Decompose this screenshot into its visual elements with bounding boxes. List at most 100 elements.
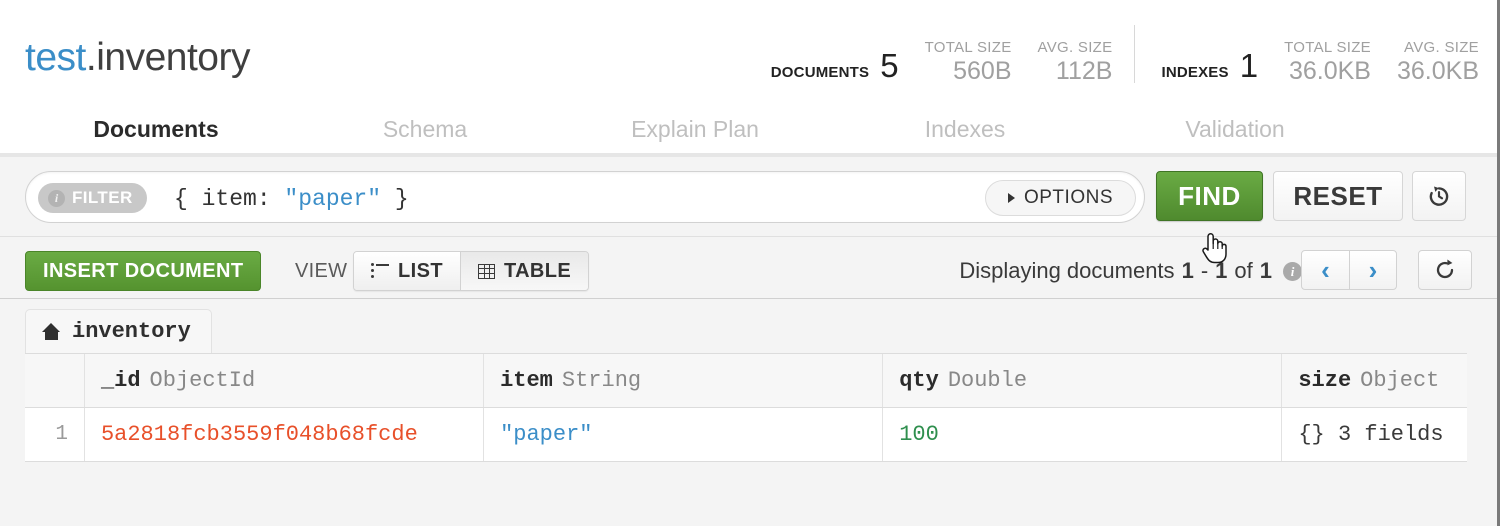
- view-label: VIEW: [295, 260, 348, 282]
- collection-tabs: Documents Schema Explain Plan Indexes Va…: [0, 105, 1497, 161]
- query-suffix: }: [381, 186, 409, 212]
- cell-qty[interactable]: 100: [883, 408, 1283, 461]
- indexes-avg-size-label: AVG. SIZE: [1404, 39, 1479, 56]
- view-switcher: LIST TABLE: [353, 251, 590, 291]
- refresh-icon: [1436, 259, 1454, 279]
- indexes-total-size-label: TOTAL SIZE: [1284, 39, 1371, 56]
- chevron-left-icon: ‹: [1321, 254, 1330, 285]
- table-row[interactable]: 1 5a2818fcb3559f048b68fcde "paper" 100 {…: [25, 408, 1467, 462]
- documents-count: DOCUMENTS 5: [771, 49, 899, 84]
- documents-stats: DOCUMENTS 5 TOTAL SIZE 560B AVG. SIZE 11…: [771, 39, 1113, 84]
- collection-header: test.inventory DOCUMENTS 5 TOTAL SIZE 56…: [0, 0, 1497, 105]
- cell-value: "paper": [500, 422, 593, 447]
- find-label: FIND: [1178, 180, 1241, 211]
- cell-size[interactable]: {} 3 fields: [1282, 408, 1467, 461]
- filter-badge-label: FILTER: [72, 188, 133, 207]
- indexes-label: INDEXES: [1161, 64, 1229, 81]
- range-end: 1: [1215, 258, 1228, 283]
- table-header-row: _id ObjectId item String qty Double size…: [25, 354, 1467, 408]
- collection-view: test.inventory DOCUMENTS 5 TOTAL SIZE 56…: [0, 0, 1500, 526]
- insert-document-button[interactable]: INSERT DOCUMENT: [25, 251, 262, 291]
- column-header-size[interactable]: size Object: [1282, 354, 1467, 407]
- indexes-total-size-value: 36.0KB: [1288, 57, 1371, 85]
- refresh-button[interactable]: [1418, 250, 1472, 290]
- table-icon: [477, 263, 495, 279]
- column-name: size: [1298, 368, 1352, 393]
- tab-indexes-label: Indexes: [924, 116, 1006, 142]
- cell-id[interactable]: 5a2818fcb3559f048b68fcde: [85, 408, 485, 461]
- breadcrumb[interactable]: inventory: [25, 309, 212, 353]
- next-page-button[interactable]: ›: [1349, 251, 1396, 289]
- options-button[interactable]: OPTIONS: [984, 180, 1136, 216]
- home-icon: [42, 323, 61, 340]
- query-value: "paper": [284, 186, 382, 212]
- query-bar: i FILTER { item: "paper" } OPTIONS FIND …: [0, 157, 1497, 237]
- tab-schema-label: Schema: [382, 116, 468, 142]
- query-history-button[interactable]: [1412, 171, 1466, 221]
- indexes-total-size: TOTAL SIZE 36.0KB: [1284, 39, 1371, 84]
- info-icon[interactable]: i: [1283, 261, 1302, 281]
- column-header-qty[interactable]: qty Double: [883, 354, 1283, 407]
- documents-total-size-value: 560B: [953, 57, 1012, 85]
- indexes-avg-size: AVG. SIZE 36.0KB: [1397, 39, 1479, 84]
- insert-document-label: INSERT DOCUMENT: [43, 259, 244, 282]
- database-name: test: [25, 36, 86, 79]
- options-label: OPTIONS: [1023, 187, 1113, 208]
- tab-schema[interactable]: Schema: [300, 105, 550, 157]
- tab-indexes[interactable]: Indexes: [840, 105, 1090, 157]
- filter-query-text: { item: "paper" }: [174, 185, 409, 213]
- row-index: 1: [25, 408, 85, 461]
- documents-value: 5: [880, 47, 899, 84]
- of-word: of: [1234, 258, 1253, 283]
- column-name: item: [500, 368, 553, 393]
- column-header-item[interactable]: item String: [484, 354, 884, 407]
- documents-grid: _id ObjectId item String qty Double size…: [25, 353, 1467, 462]
- indexes-avg-size-value: 36.0KB: [1396, 57, 1479, 85]
- chevron-right-icon: ›: [1368, 254, 1378, 285]
- range-start: 1: [1181, 258, 1194, 283]
- view-list-label: LIST: [398, 259, 443, 282]
- view-list-button[interactable]: LIST: [354, 252, 460, 290]
- reset-label: RESET: [1293, 180, 1383, 211]
- filter-input[interactable]: i FILTER { item: "paper" } OPTIONS: [25, 171, 1145, 223]
- documents-total-size: TOTAL SIZE 560B: [925, 39, 1012, 84]
- stats-divider: [1134, 25, 1136, 83]
- view-table-button[interactable]: TABLE: [459, 252, 589, 290]
- displaying-prefix: Displaying documents: [959, 258, 1175, 283]
- tab-documents[interactable]: Documents: [25, 105, 287, 161]
- collection-stats: DOCUMENTS 5 TOTAL SIZE 560B AVG. SIZE 11…: [771, 24, 1479, 84]
- column-header-id[interactable]: _id ObjectId: [85, 354, 485, 407]
- documents-toolbar: INSERT DOCUMENT VIEW LIST TABLE Displayi…: [0, 237, 1497, 299]
- reset-button[interactable]: RESET: [1273, 171, 1403, 221]
- find-button[interactable]: FIND: [1156, 171, 1263, 221]
- documents-avg-size-value: 112B: [1055, 57, 1113, 85]
- column-type: ObjectId: [149, 368, 256, 393]
- column-type: String: [561, 368, 642, 393]
- tab-documents-label: Documents: [93, 116, 219, 142]
- total-count: 1: [1259, 258, 1272, 283]
- chevron-right-icon: [1007, 193, 1015, 203]
- documents-total-size-label: TOTAL SIZE: [924, 39, 1012, 56]
- column-type: Double: [947, 368, 1028, 393]
- list-icon: [371, 263, 389, 278]
- indexes-value: 1: [1239, 47, 1259, 84]
- previous-page-button[interactable]: ‹: [1302, 251, 1349, 289]
- cell-item[interactable]: "paper": [484, 408, 884, 461]
- view-table-label: TABLE: [503, 259, 572, 282]
- documents-table-area: inventory _id ObjectId item String qty D…: [0, 299, 1497, 526]
- pagination-controls: ‹ ›: [1301, 250, 1397, 290]
- tab-explain-plan-label: Explain Plan: [631, 116, 759, 142]
- indexes-stats: INDEXES 1 TOTAL SIZE 36.0KB AVG. SIZE 36…: [1161, 39, 1479, 84]
- query-prefix: { item:: [174, 186, 285, 212]
- documents-avg-size: AVG. SIZE 112B: [1038, 39, 1113, 84]
- page-title: test.inventory: [25, 36, 250, 80]
- tab-explain-plan[interactable]: Explain Plan: [570, 105, 820, 157]
- tab-validation[interactable]: Validation: [1110, 105, 1360, 157]
- range-dash: -: [1200, 258, 1209, 283]
- info-icon: i: [48, 189, 65, 207]
- cell-value: 100: [899, 422, 939, 447]
- header-rownum-cell: [25, 354, 85, 407]
- cell-value: {} 3 fields: [1298, 422, 1444, 447]
- documents-label: DOCUMENTS: [770, 64, 870, 81]
- column-name: qty: [899, 368, 939, 393]
